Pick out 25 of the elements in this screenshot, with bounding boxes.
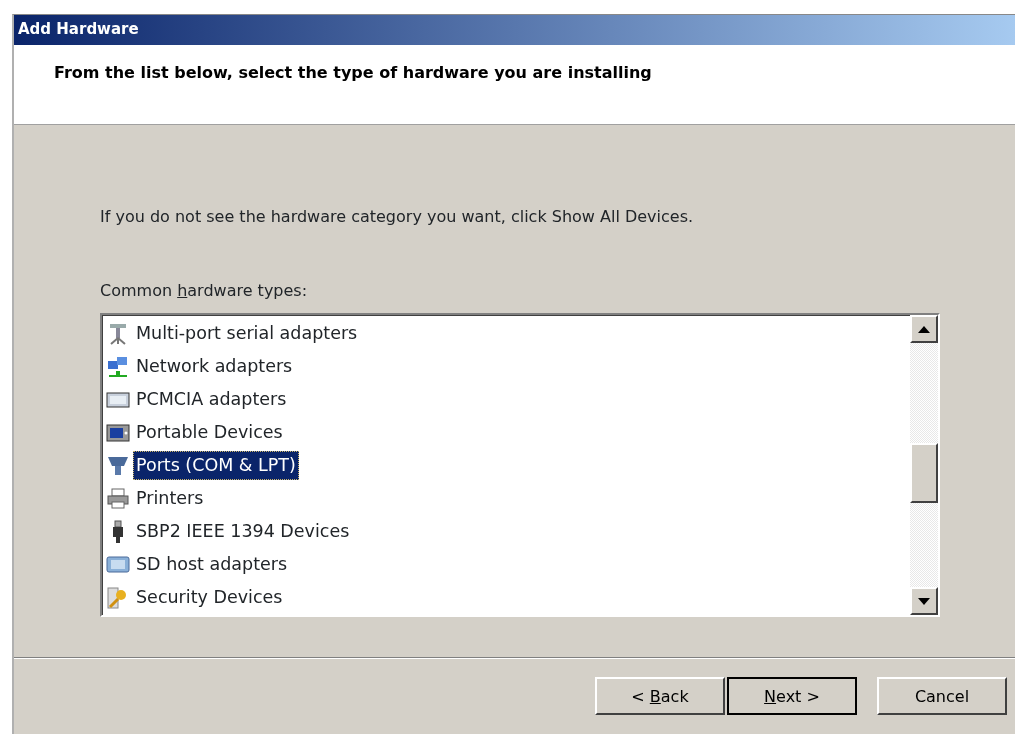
list-item[interactable]: SD host adapters	[106, 548, 906, 581]
down-arrow-icon	[918, 597, 930, 605]
back-button[interactable]: < Back	[595, 677, 725, 715]
list-item[interactable]: Security Devices	[106, 581, 906, 614]
list-item[interactable]: Printers	[106, 482, 906, 515]
cancel-button[interactable]: Cancel	[877, 677, 1007, 715]
list-item[interactable]: SBP2 IEEE 1394 Devices	[106, 515, 906, 548]
up-arrow-icon	[918, 325, 930, 333]
scroll-thumb[interactable]	[910, 443, 938, 503]
printer-icon	[106, 486, 130, 511]
list-item[interactable]: Multi-port serial adapters	[106, 317, 906, 350]
list-label: Common hardware types:	[100, 281, 308, 300]
scroll-down-button[interactable]	[910, 587, 938, 615]
window-title: Add Hardware	[14, 15, 1015, 45]
list-item[interactable]: Network adapters	[106, 350, 906, 383]
next-button[interactable]: Next >	[727, 677, 857, 715]
network-computers-icon	[106, 354, 130, 379]
list-item[interactable]: Portable Devices	[106, 416, 906, 449]
scrollbar[interactable]	[910, 315, 938, 615]
header-heading: From the list below, select the type of hardware you are installing	[54, 63, 652, 82]
list-item[interactable]: Ports (COM & LPT)	[106, 449, 906, 482]
hardware-list[interactable]: Multi-port serial adapters Network adapters PCMCIA adapters Portable Devices Ports (COM & LPT) Printers SBP2 IEEE 1394 Devices SD host adapters Security Devices	[100, 313, 940, 617]
scroll-up-button[interactable]	[910, 315, 938, 343]
instruction-text: If you do not see the hardware category you want, click Show All Devices.	[100, 206, 694, 228]
list-item[interactable]: PCMCIA adapters	[106, 383, 906, 416]
